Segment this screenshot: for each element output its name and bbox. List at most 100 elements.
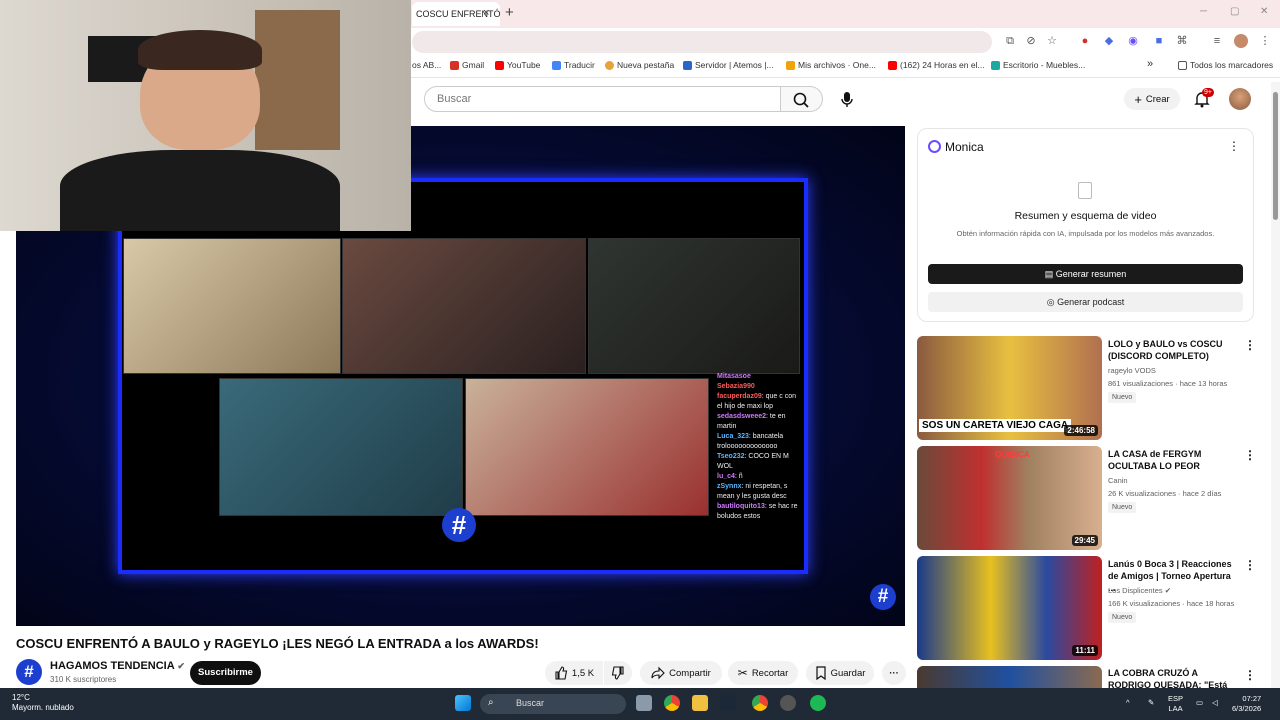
stream-chat: Mitasasoe Sebazia990 facuperdaz09: que c… [717, 372, 801, 572]
bookmark-label: Nueva pestaña [617, 60, 675, 70]
scrollbar-thumb[interactable] [1273, 92, 1278, 220]
bookshelf [255, 10, 340, 150]
bookmark-youtube-2[interactable]: (162) 24 Horas en el... [888, 60, 985, 70]
taskbar-search[interactable]: Buscar [480, 694, 626, 714]
rec-title[interactable]: LOLO y BAULO vs COSCU (DISCORD COMPLETO) [1108, 338, 1238, 362]
star-icon[interactable]: ☆ [1045, 34, 1059, 48]
rec-thumbnail[interactable]: 11:11 [917, 556, 1102, 660]
lang-layout: LAA [1168, 704, 1183, 713]
maximize-icon[interactable]: ▢ [1230, 6, 1239, 17]
clock[interactable]: 07:27 6/3/2026 [1232, 694, 1261, 714]
spotify-icon[interactable] [810, 695, 826, 711]
task-view-icon[interactable] [636, 695, 652, 711]
chat-message: sedasdsweee2: te en martin [717, 413, 786, 430]
bookmark-server[interactable]: Servidor | Atemos |... [683, 60, 774, 70]
bookmark-escritorio[interactable]: Escritorio - Muebles... [991, 60, 1085, 70]
rec-menu-button[interactable]: ⋮ [1244, 668, 1256, 682]
translate-ext-icon[interactable]: ◆ [1102, 34, 1116, 48]
rec-title[interactable]: LA CASA de FERGYM OCULTABA LO PEOR [1108, 448, 1238, 472]
bookmark-label: Mis archivos · One... [798, 60, 876, 70]
search-button[interactable] [781, 86, 823, 112]
bookmark-new-tab[interactable]: Nueva pestaña [605, 60, 674, 70]
voice-search-button[interactable] [834, 86, 860, 112]
bookmarks-more-button[interactable]: » [1147, 58, 1153, 70]
rec-channel[interactable]: rageylo VODS [1108, 366, 1156, 375]
steam-icon[interactable] [720, 695, 736, 711]
rec-menu-button[interactable]: ⋮ [1244, 558, 1256, 572]
weather-widget[interactable]: 12°C Mayorm. nublado [12, 693, 74, 713]
extension-icon[interactable]: ● [1078, 34, 1092, 48]
clip-button[interactable]: ✂ Recortar [728, 661, 798, 685]
bookmark-label: Escritorio - Muebles... [1003, 60, 1086, 70]
minimize-icon[interactable]: ─ [1200, 6, 1207, 17]
all-bookmarks-button[interactable]: Todos los marcadores [1178, 60, 1273, 70]
window-close-icon[interactable]: ✕ [1260, 6, 1268, 17]
more-actions-button[interactable]: ··· [882, 661, 906, 685]
rec-duration: 29:45 [1071, 535, 1098, 546]
channel-avatar[interactable]: # [16, 659, 42, 685]
profile-icon[interactable] [1234, 34, 1248, 48]
channel-name-text: HAGAMOS TENDENCIA [50, 660, 175, 672]
tray-overflow-icon[interactable]: ^ [1126, 698, 1130, 708]
rec-menu-button[interactable]: ⋮ [1244, 338, 1256, 352]
new-tab-button[interactable]: + [505, 4, 514, 21]
channel-name[interactable]: HAGAMOS TENDENCIA ✔ [50, 660, 185, 672]
stream-cam-3 [588, 238, 800, 374]
generate-summary-label: Generar resumen [1055, 269, 1127, 279]
like-button[interactable]: 1,5 K [545, 661, 603, 685]
rec-new-badge: Nuevo [1108, 502, 1137, 513]
stream-cam-4 [219, 378, 463, 516]
create-button[interactable]: + Crear [1124, 88, 1180, 110]
bookmark-translate[interactable]: Traducir [552, 60, 595, 70]
queue-icon[interactable]: ≡ [1210, 34, 1224, 48]
rec-menu-button[interactable]: ⋮ [1244, 448, 1256, 462]
rec-thumbnail[interactable]: QUIMICA 29:45 [917, 446, 1102, 550]
file-explorer-icon[interactable] [692, 695, 708, 711]
generate-summary-button[interactable]: ▤ Generar resumen [928, 264, 1243, 284]
language-indicator[interactable]: ESP LAA [1168, 694, 1183, 714]
subscribe-button[interactable]: Suscribirme [190, 661, 261, 685]
thumbs-down-icon [611, 666, 624, 680]
rec-thumbnail[interactable]: SOS UN CARETA VIEJO CAGA 2:46:58 [917, 336, 1102, 440]
share-button[interactable]: Compartir [640, 661, 722, 685]
bookmark-label: Traducir [564, 60, 595, 70]
search-input[interactable]: Buscar [424, 86, 781, 112]
bookmark-onedrive[interactable]: Mis archivos · One... [786, 60, 876, 70]
thumbnail-overlay-text: SOS UN CARETA VIEJO CAGA [919, 419, 1072, 432]
cast-icon[interactable]: ⧉ [1003, 34, 1017, 48]
account-avatar[interactable] [1229, 88, 1251, 110]
close-tab-icon[interactable]: × [483, 7, 489, 19]
chrome-icon[interactable] [664, 695, 680, 711]
pen-icon[interactable]: ✎ [1148, 698, 1154, 708]
chrome-menu-icon[interactable]: ⋮ [1258, 34, 1272, 48]
channel-watermark-icon[interactable]: # [870, 584, 896, 610]
volume-icon[interactable]: ◁ [1212, 698, 1218, 708]
eye-off-icon[interactable]: ⊘ [1024, 34, 1038, 48]
dislike-button[interactable] [604, 661, 632, 685]
chrome-active-icon[interactable] [752, 695, 768, 711]
generate-podcast-button[interactable]: ◎ Generar podcast [928, 292, 1243, 312]
bookmark-item[interactable]: os AB... [412, 60, 441, 70]
start-icon[interactable] [455, 695, 471, 711]
rec-meta: 166 K visualizaciones · hace 18 horas [1108, 599, 1235, 608]
address-field[interactable] [412, 31, 992, 53]
save-button[interactable]: Guardar [806, 661, 874, 685]
network-icon[interactable]: ▭ [1196, 698, 1203, 708]
app-icon[interactable] [780, 695, 796, 711]
bookmark-gmail[interactable]: Gmail [450, 60, 484, 70]
generate-podcast-label: Generar podcast [1057, 297, 1125, 307]
summary-icon: ▤ [1044, 269, 1056, 279]
bookmark-youtube[interactable]: YouTube [495, 60, 540, 70]
rec-thumbnail[interactable] [917, 666, 1102, 688]
rec-title[interactable]: LA COBRA CRUZÓ A RODRIGO QUESADA: "Está … [1108, 667, 1238, 688]
bookmark-label: Todos los marcadores [1190, 60, 1274, 70]
rec-channel[interactable]: Los Displicentes ✔ [1108, 586, 1171, 595]
monica-menu-button[interactable]: ⋮ [1228, 139, 1240, 153]
monica-ext-icon[interactable]: ◉ [1126, 34, 1140, 48]
chat-message: zSynnx: ni respetan, s mean y les gusta … [717, 483, 788, 500]
search-icon [793, 92, 809, 108]
rec-channel[interactable]: Canin [1108, 476, 1128, 485]
extension2-icon[interactable]: ■ [1152, 34, 1166, 48]
stream-cam-1 [123, 238, 341, 374]
puzzle-icon[interactable]: ⌘ [1175, 34, 1189, 48]
